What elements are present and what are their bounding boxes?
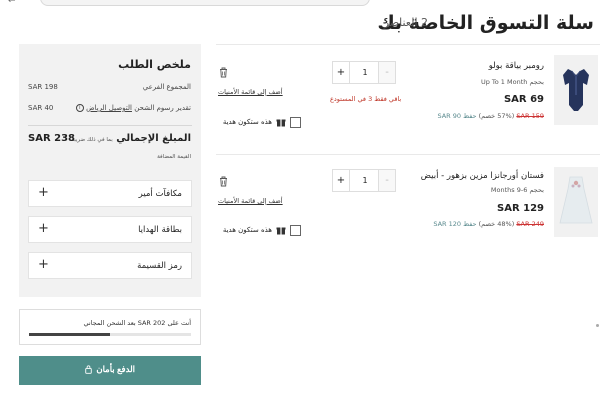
- quantity-stepper: + 1 -: [332, 169, 396, 192]
- qty-value[interactable]: 1: [350, 170, 380, 191]
- save-amount: حفظ SAR 90: [437, 112, 477, 120]
- qty-value[interactable]: 1: [350, 62, 380, 83]
- size-label: بحجم: [529, 78, 544, 86]
- top-bar: ←: [0, 0, 600, 8]
- coupon-accordion[interactable]: رمز القسيمة +: [28, 252, 192, 279]
- gift-icon: [276, 119, 286, 127]
- stock-warning: باقي فقط 3 في المستودع: [330, 95, 402, 103]
- product-image[interactable]: [554, 167, 598, 237]
- pay-label-wrap: الدفع بأمان: [19, 364, 201, 375]
- shipping-value: SAR 40: [28, 104, 54, 112]
- total-vat-note: القيمة المضافة: [157, 154, 191, 160]
- gift-option: هذه ستكون هدية: [218, 223, 308, 237]
- qty-increase-button[interactable]: +: [333, 62, 350, 83]
- summary-title: ملخص الطلب: [118, 58, 191, 71]
- size-value: Up To 1 Month: [480, 78, 528, 86]
- product-discount: SAR 249 (48% خصم) حفظ SAR 120: [433, 220, 544, 228]
- info-icon[interactable]: i: [75, 104, 84, 112]
- discount-percent: (48% خصم): [478, 220, 515, 228]
- qty-decrease-button[interactable]: -: [378, 62, 395, 83]
- dress-image: [554, 167, 598, 237]
- summary-divider: [28, 125, 192, 126]
- save-amount: حفظ SAR 120: [433, 220, 477, 228]
- accordion-label: مكافآت أمير: [138, 189, 182, 199]
- subtotal-label: المجموع الفرعي: [142, 83, 191, 91]
- items-count: 2 العناصر: [383, 16, 428, 29]
- total-label-text: المبلغ الإجمالي: [116, 133, 191, 144]
- gift-checkbox[interactable]: [290, 117, 301, 128]
- product-discount: SAR 159 (57% خصم) حفظ SAR 90: [437, 112, 544, 120]
- back-arrow-icon[interactable]: ←: [8, 0, 16, 6]
- qty-decrease-button[interactable]: -: [378, 170, 395, 191]
- secure-checkout-button[interactable]: الدفع بأمان: [19, 356, 201, 385]
- total-value: SAR 238: [28, 133, 75, 144]
- romper-image: [554, 55, 598, 125]
- gift-card-accordion[interactable]: بطاقة الهدايا +: [28, 216, 192, 243]
- accordion-label: رمز القسيمة: [137, 261, 182, 271]
- gift-option: هذه ستكون هدية: [218, 115, 308, 129]
- quantity-stepper: + 1 -: [332, 61, 396, 84]
- shipping-label: تقدير رسوم الشحن التوصيل الرياض i: [74, 104, 191, 112]
- qty-increase-button[interactable]: +: [333, 170, 350, 191]
- search-field[interactable]: [40, 0, 370, 6]
- plus-icon[interactable]: +: [38, 221, 49, 236]
- product-price: SAR 129: [497, 203, 544, 214]
- size-label: بحجم: [529, 186, 544, 194]
- plus-icon[interactable]: +: [38, 257, 49, 272]
- free-shipping-progress: [29, 333, 191, 336]
- gift-label: هذه ستكون هدية: [222, 226, 272, 234]
- product-size: بحجم 6-9 Months: [491, 186, 544, 194]
- free-shipping-text: أنت على SAR 202 بعد الشحن المجاني: [83, 319, 192, 327]
- shipping-label-prefix: تقدير رسوم الشحن: [134, 104, 191, 112]
- free-shipping-progress-fill: [29, 333, 110, 336]
- plus-icon[interactable]: +: [38, 185, 49, 200]
- product-name[interactable]: رومبر بياقة بولو: [489, 61, 544, 71]
- rewards-accordion[interactable]: مكافآت أمير +: [28, 180, 192, 207]
- pay-label: الدفع بأمان: [96, 364, 136, 374]
- gift-icon: [276, 227, 286, 235]
- lock-icon: [85, 365, 92, 375]
- product-name[interactable]: فستان أورجانزا مزين بزهور - أبيض: [421, 171, 544, 181]
- add-to-wishlist-link[interactable]: أضف إلى قائمة الأمنيات: [218, 88, 283, 96]
- add-to-wishlist-link[interactable]: أضف إلى قائمة الأمنيات: [218, 197, 283, 205]
- discount-percent: (57% خصم): [478, 112, 515, 120]
- free-shipping-box: أنت على SAR 202 بعد الشحن المجاني: [19, 309, 201, 345]
- shipping-location-link[interactable]: التوصيل الرياض: [86, 104, 132, 112]
- size-value: 6-9 Months: [490, 186, 528, 194]
- accordion-label: بطاقة الهدايا: [138, 225, 182, 235]
- trash-icon[interactable]: [219, 67, 228, 78]
- old-price: SAR 159: [516, 112, 544, 120]
- trash-icon[interactable]: [219, 176, 228, 187]
- old-price: SAR 249: [516, 220, 544, 228]
- subtotal-value: SAR 198: [28, 83, 58, 91]
- gift-checkbox[interactable]: [290, 225, 301, 236]
- total-label: المبلغ الإجمالي بما في ذلك ضريبة: [71, 133, 191, 144]
- cart-item: فستان أورجانزا مزين بزهور - أبيض بحجم 6-…: [216, 154, 600, 250]
- cart-item: رومبر بياقة بولو بحجم Up To 1 Month SAR …: [216, 44, 600, 140]
- product-size: بحجم Up To 1 Month: [481, 78, 544, 86]
- gift-label: هذه ستكون هدية: [222, 118, 272, 126]
- scroll-indicator[interactable]: [596, 324, 599, 327]
- order-summary: ملخص الطلب المجموع الفرعي SAR 198 تقدير …: [19, 44, 201, 297]
- product-price: SAR 69: [503, 94, 544, 105]
- product-image[interactable]: [554, 55, 598, 125]
- total-tax-note: بما في ذلك ضريبة: [71, 137, 113, 143]
